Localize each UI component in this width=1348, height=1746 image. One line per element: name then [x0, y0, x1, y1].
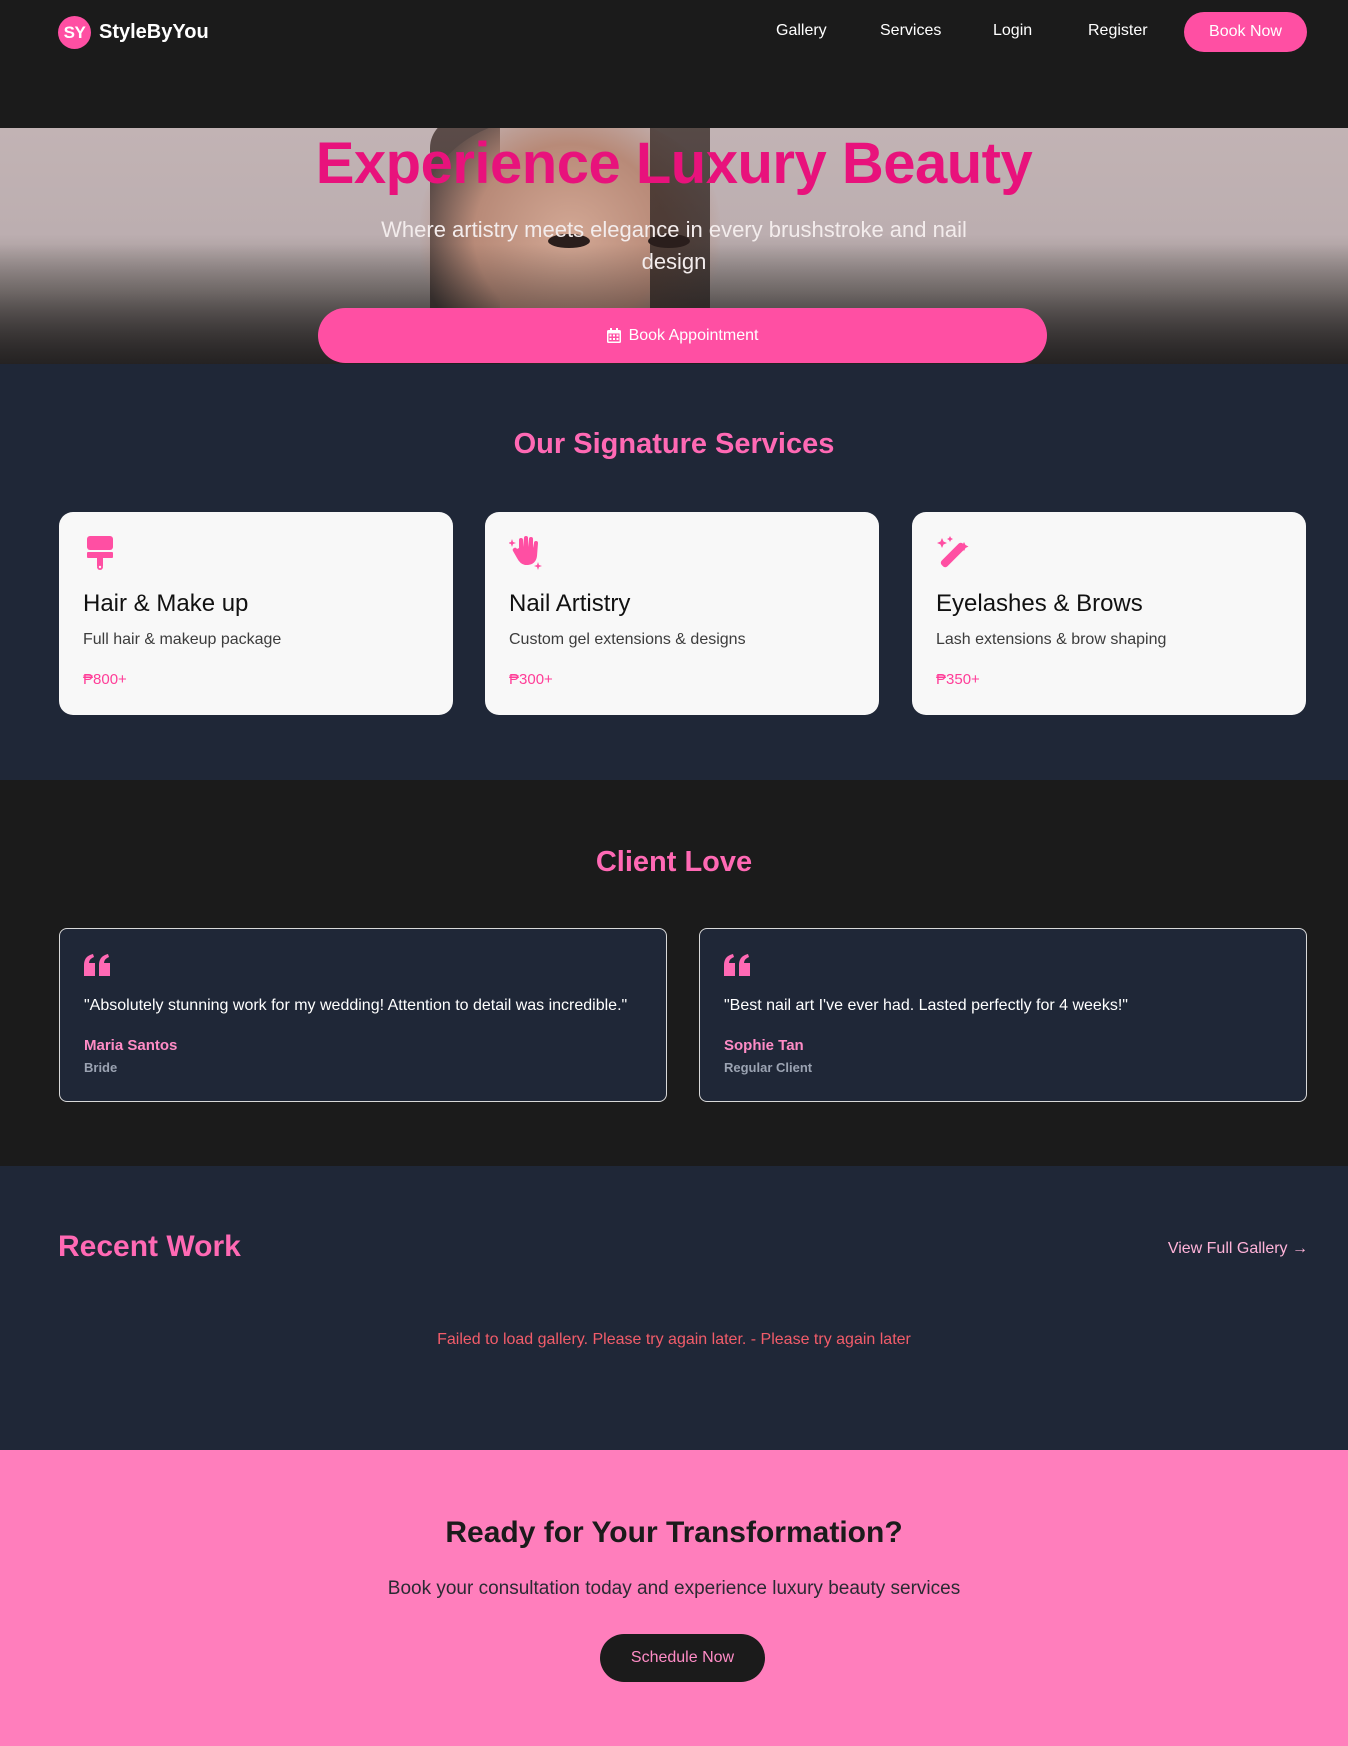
brand-name: StyleByYou [99, 21, 209, 43]
testimonial-card: "Best nail art I've ever had. Lasted per… [699, 928, 1307, 1102]
hero-subtitle: Where artistry meets elegance in every b… [381, 217, 967, 274]
testimonial-card: "Absolutely stunning work for my wedding… [59, 928, 667, 1102]
cta-section: Ready for Your Transformation? Book your… [0, 1450, 1348, 1746]
nav-services-link[interactable]: Services [880, 22, 941, 40]
service-card-eyelashes-brows[interactable]: Eyelashes & Brows Lash extensions & brow… [912, 512, 1306, 715]
service-title: Eyelashes & Brows [936, 590, 1143, 617]
cta-title: Ready for Your Transformation? [445, 1516, 903, 1549]
sparkle-hand-icon [509, 536, 542, 570]
testimonial-role: Bride [84, 1060, 118, 1075]
cta-subtitle: Book your consultation today and experie… [387, 1578, 961, 1599]
testimonials-title: Client Love [595, 846, 753, 878]
service-price: ₱350+ [936, 671, 980, 688]
testimonial-role: Regular Client [724, 1060, 813, 1075]
recent-work-title: Recent Work [58, 1230, 241, 1263]
service-description: Custom gel extensions & designs [509, 631, 746, 648]
magic-wand-icon [937, 536, 969, 568]
quote-icon [84, 954, 110, 976]
book-now-button[interactable]: Book Now [1184, 12, 1307, 52]
nav-register-link[interactable]: Register [1088, 22, 1148, 40]
testimonial-quote: "Absolutely stunning work for my wedding… [84, 997, 628, 1014]
recent-work-section: Recent Work View Full Gallery → Failed t… [0, 1166, 1348, 1450]
view-full-gallery-link[interactable]: View Full Gallery → [1168, 1240, 1308, 1258]
hero-section: Experience Luxury Beauty Where artistry … [0, 128, 1348, 364]
service-description: Full hair & makeup package [83, 631, 282, 648]
services-section: Our Signature Services Hair & Make up Fu… [0, 364, 1348, 780]
service-card-hair-makeup[interactable]: Hair & Make up Full hair & makeup packag… [59, 512, 453, 715]
schedule-now-button[interactable]: Schedule Now [600, 1634, 765, 1682]
book-appointment-label: Book Appointment [628, 326, 759, 344]
service-description: Lash extensions & brow shaping [936, 631, 1167, 648]
gallery-error-message: Failed to load gallery. Please try again… [437, 1331, 911, 1348]
service-price: ₱300+ [509, 671, 553, 688]
nav-gallery-link[interactable]: Gallery [776, 22, 827, 40]
service-price: ₱800+ [83, 671, 127, 688]
hero-title: Experience Luxury Beauty [315, 131, 1033, 196]
calendar-icon [606, 328, 621, 343]
testimonial-name: Maria Santos [84, 1037, 178, 1054]
quote-icon [724, 954, 750, 976]
brand-logo[interactable]: SY StyleByYou [58, 16, 209, 49]
service-card-nail-artistry[interactable]: Nail Artistry Custom gel extensions & de… [485, 512, 879, 715]
paint-brush-icon [87, 536, 113, 570]
testimonial-name: Sophie Tan [724, 1037, 804, 1054]
testimonial-quote: "Best nail art I've ever had. Lasted per… [724, 997, 1128, 1014]
logo-badge: SY [58, 16, 91, 49]
book-appointment-button[interactable]: Book Appointment [318, 308, 1047, 363]
testimonials-section: Client Love "Absolutely stunning work fo… [0, 780, 1348, 1166]
service-title: Nail Artistry [509, 590, 631, 617]
service-title: Hair & Make up [83, 590, 249, 617]
site-header: SY StyleByYou Gallery Services Login Reg… [0, 0, 1348, 128]
services-title: Our Signature Services [513, 428, 835, 460]
nav-login-link[interactable]: Login [993, 22, 1032, 40]
